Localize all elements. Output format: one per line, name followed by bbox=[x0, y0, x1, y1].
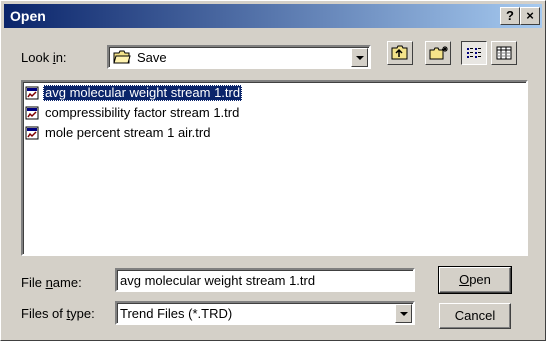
up-folder-icon bbox=[391, 45, 408, 60]
chevron-down-icon bbox=[400, 312, 408, 316]
new-folder-icon bbox=[429, 46, 448, 60]
file-name-text: compressibility factor stream 1.trd bbox=[45, 105, 240, 120]
cancel-button[interactable]: Cancel bbox=[439, 303, 511, 329]
chevron-down-icon bbox=[356, 56, 364, 60]
look-in-value: Save bbox=[137, 50, 167, 65]
window-title: Open bbox=[10, 8, 46, 24]
trend-file-icon bbox=[25, 106, 39, 120]
create-new-folder-button[interactable] bbox=[425, 41, 451, 65]
open-dialog: Open ? × Look in: Save avg molecular wei… bbox=[0, 0, 546, 341]
file-name-value: avg molecular weight stream 1.trd bbox=[120, 273, 316, 288]
details-view-icon bbox=[496, 46, 512, 60]
list-view-button[interactable] bbox=[461, 41, 487, 65]
file-name-text: avg molecular weight stream 1.trd bbox=[43, 85, 243, 101]
close-button[interactable]: × bbox=[520, 7, 540, 25]
look-in-dropdown-button[interactable] bbox=[351, 48, 368, 67]
details-view-button[interactable] bbox=[491, 41, 517, 65]
file-name-input[interactable]: avg molecular weight stream 1.trd bbox=[115, 268, 415, 292]
look-in-combo[interactable]: Save bbox=[107, 45, 371, 69]
title-bar[interactable]: Open ? × bbox=[4, 4, 542, 28]
file-type-value: Trend Files (*.TRD) bbox=[120, 306, 233, 321]
trend-file-icon bbox=[25, 86, 39, 100]
close-icon: × bbox=[526, 8, 534, 23]
help-button[interactable]: ? bbox=[500, 7, 520, 25]
list-view-icon bbox=[467, 48, 481, 58]
file-list-item[interactable]: compressibility factor stream 1.trd bbox=[25, 104, 241, 122]
file-list-item[interactable]: avg molecular weight stream 1.trd bbox=[25, 84, 243, 102]
folder-open-icon bbox=[113, 50, 131, 64]
file-type-combo[interactable]: Trend Files (*.TRD) bbox=[115, 301, 415, 325]
trend-file-icon bbox=[25, 126, 39, 140]
help-icon: ? bbox=[506, 8, 514, 23]
file-name-text: mole percent stream 1 air.trd bbox=[45, 125, 211, 140]
file-type-dropdown-button[interactable] bbox=[395, 304, 412, 323]
file-list[interactable]: avg molecular weight stream 1.trd compres… bbox=[21, 80, 528, 256]
file-list-item[interactable]: mole percent stream 1 air.trd bbox=[25, 124, 212, 142]
files-of-type-label: Files of type: bbox=[21, 306, 95, 321]
open-button[interactable]: Open bbox=[438, 266, 512, 294]
up-one-level-button[interactable] bbox=[387, 41, 413, 65]
look-in-label: Look in: bbox=[21, 50, 67, 65]
file-name-label: File name: bbox=[21, 275, 82, 290]
